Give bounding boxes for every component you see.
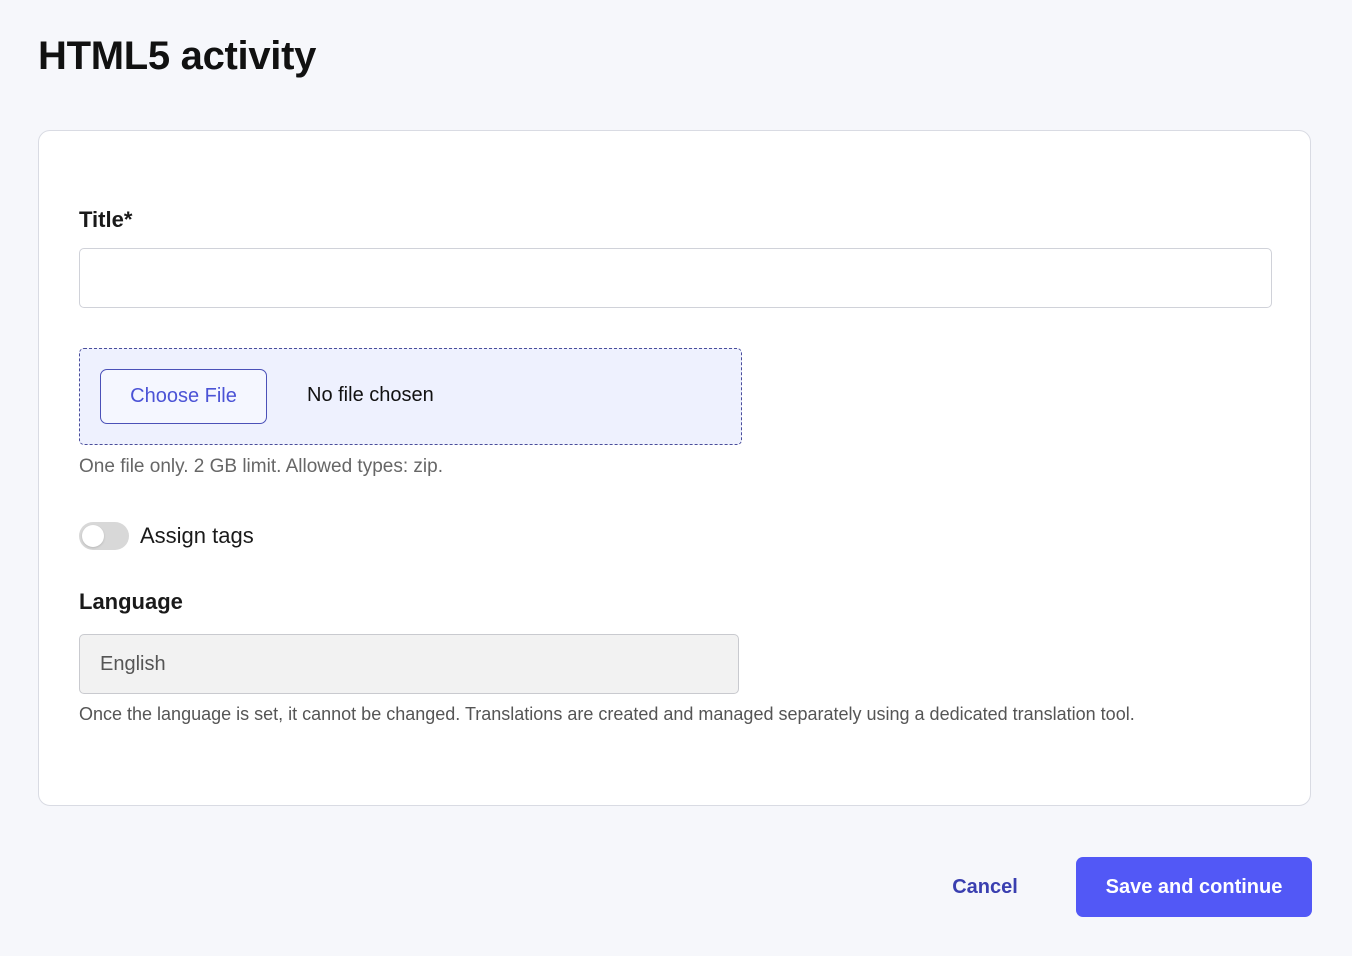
assign-tags-label: Assign tags — [140, 523, 254, 548]
file-help-text: One file only. 2 GB limit. Allowed types… — [79, 456, 443, 477]
language-value: English — [100, 652, 166, 675]
cancel-button[interactable]: Cancel — [925, 857, 1045, 917]
title-input[interactable] — [79, 248, 1272, 308]
title-label: Title* — [79, 207, 133, 232]
assign-tags-row: Assign tags — [79, 521, 254, 551]
page-title: HTML5 activity — [38, 34, 317, 78]
language-label: Language — [79, 589, 183, 614]
assign-tags-toggle[interactable] — [79, 522, 129, 550]
file-dropzone[interactable]: Choose File No file chosen — [79, 348, 742, 445]
form-card: Title* Choose File No file chosen One fi… — [38, 130, 1311, 806]
language-field: English — [79, 634, 739, 694]
choose-file-button[interactable]: Choose File — [100, 369, 267, 424]
save-and-continue-button[interactable]: Save and continue — [1076, 857, 1312, 917]
file-status-text: No file chosen — [307, 384, 434, 406]
toggle-knob — [82, 525, 104, 547]
language-help-text: Once the language is set, it cannot be c… — [79, 704, 1135, 724]
